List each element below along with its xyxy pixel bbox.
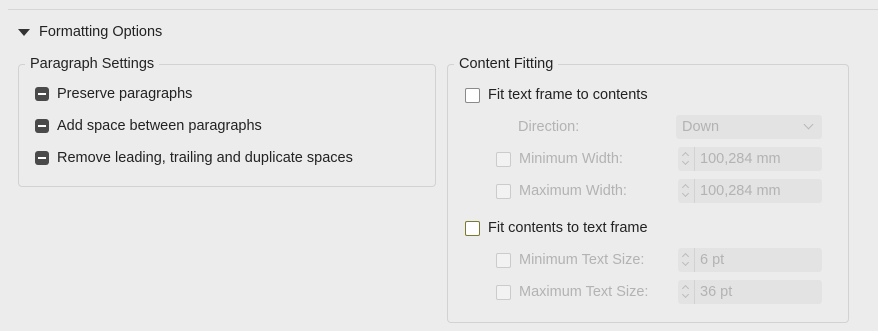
max-text-size-value: 36 pt: [700, 284, 733, 300]
fit-contents-label: Fit contents to text frame: [488, 220, 648, 236]
content-fitting-title: Content Fitting: [454, 55, 559, 73]
max-width-option[interactable]: Maximum Width:: [496, 183, 627, 199]
remove-spaces-label: Remove leading, trailing and duplicate s…: [57, 150, 353, 166]
chevron-down-icon: [803, 119, 814, 130]
max-width-field[interactable]: 100,284 mm: [678, 179, 822, 203]
max-width-value: 100,284 mm: [700, 183, 781, 199]
fit-frame-option[interactable]: Fit text frame to contents: [465, 87, 648, 103]
min-text-size-checkbox[interactable]: [496, 252, 511, 268]
min-width-field[interactable]: 100,284 mm: [678, 147, 822, 171]
direction-value: Down: [682, 119, 720, 135]
min-width-checkbox[interactable]: [496, 151, 511, 167]
min-width-stepper[interactable]: [678, 147, 695, 171]
min-text-size-field[interactable]: 6 pt: [678, 248, 822, 272]
max-text-size-stepper[interactable]: [678, 280, 695, 304]
max-text-size-field[interactable]: 36 pt: [678, 280, 822, 304]
formatting-options-header[interactable]: Formatting Options: [18, 24, 162, 40]
fit-frame-checkbox[interactable]: [465, 87, 480, 103]
add-space-option[interactable]: Add space between paragraphs: [35, 118, 262, 134]
min-text-size-option[interactable]: Minimum Text Size:: [496, 252, 644, 268]
fit-frame-label: Fit text frame to contents: [488, 87, 648, 103]
paragraph-settings-title: Paragraph Settings: [25, 55, 160, 73]
top-divider: [8, 9, 878, 10]
min-width-label: Minimum Width:: [519, 151, 623, 167]
add-space-checkbox[interactable]: [35, 119, 49, 133]
direction-select[interactable]: Down: [676, 115, 822, 139]
preserve-paragraphs-label: Preserve paragraphs: [57, 86, 193, 102]
min-text-size-value: 6 pt: [700, 252, 725, 268]
min-text-size-label: Minimum Text Size:: [519, 252, 645, 268]
preserve-paragraphs-option[interactable]: Preserve paragraphs: [35, 86, 192, 102]
remove-spaces-option[interactable]: Remove leading, trailing and duplicate s…: [35, 150, 353, 166]
max-width-label: Maximum Width:: [519, 183, 627, 199]
add-space-label: Add space between paragraphs: [57, 118, 262, 134]
disclosure-triangle-icon[interactable]: [18, 29, 30, 36]
max-text-size-option[interactable]: Maximum Text Size:: [496, 284, 648, 300]
section-title: Formatting Options: [39, 24, 163, 40]
fit-contents-checkbox[interactable]: [465, 220, 480, 236]
max-text-size-checkbox[interactable]: [496, 284, 511, 300]
max-width-checkbox[interactable]: [496, 183, 511, 199]
min-width-option[interactable]: Minimum Width:: [496, 151, 623, 167]
max-width-stepper[interactable]: [678, 179, 695, 203]
fit-contents-option[interactable]: Fit contents to text frame: [465, 220, 648, 236]
min-text-size-stepper[interactable]: [678, 248, 695, 272]
direction-label: Direction:: [518, 119, 580, 135]
min-width-value: 100,284 mm: [700, 151, 781, 167]
max-text-size-label: Maximum Text Size:: [519, 284, 649, 300]
preserve-paragraphs-checkbox[interactable]: [35, 87, 49, 101]
remove-spaces-checkbox[interactable]: [35, 151, 49, 165]
